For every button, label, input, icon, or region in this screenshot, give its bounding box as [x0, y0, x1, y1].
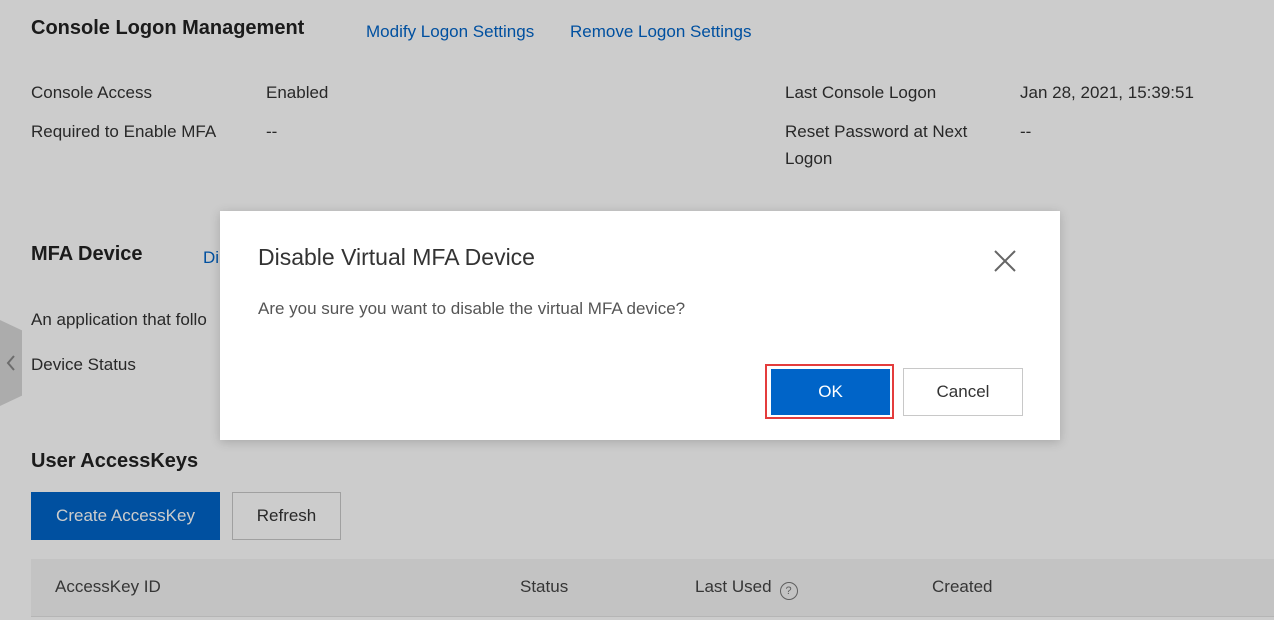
- dialog-message: Are you sure you want to disable the vir…: [258, 299, 686, 318]
- dialog-title: Disable Virtual MFA Device: [258, 244, 535, 270]
- close-icon: [994, 250, 1016, 272]
- cancel-button[interactable]: Cancel: [903, 368, 1023, 416]
- disable-mfa-dialog: Disable Virtual MFA Device Are you sure …: [220, 211, 1060, 440]
- dialog-close-button[interactable]: [992, 248, 1018, 274]
- ok-button[interactable]: OK: [771, 369, 890, 415]
